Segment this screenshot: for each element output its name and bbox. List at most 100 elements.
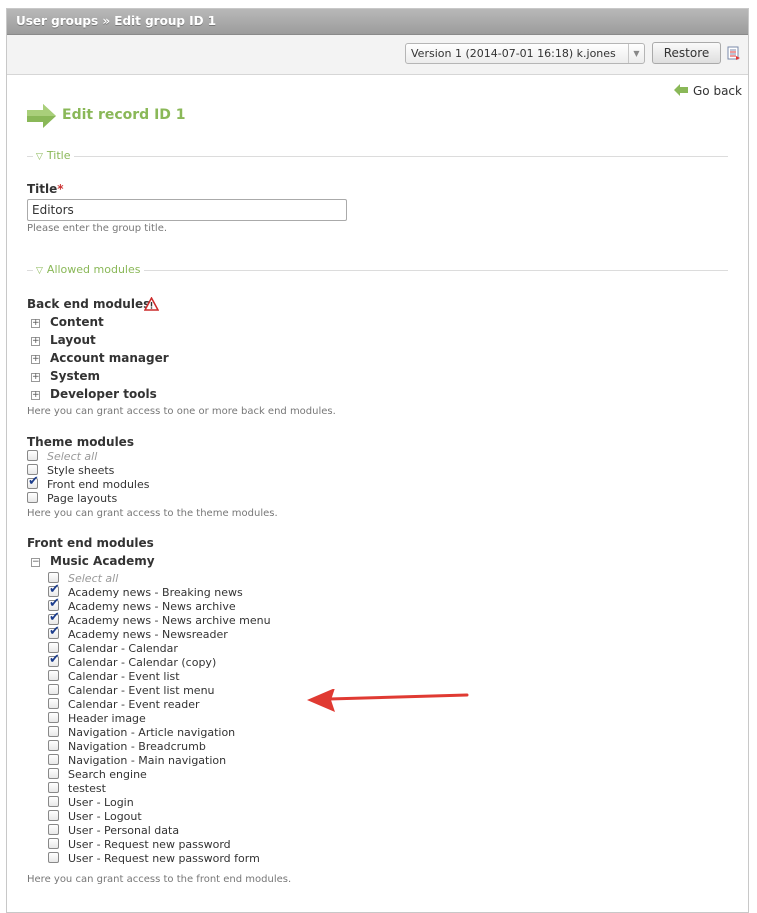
frontend-item[interactable]: testest	[48, 782, 106, 796]
triangle-down-icon: ▽	[36, 266, 43, 276]
expand-plus-icon[interactable]: +	[31, 337, 40, 346]
checkbox-label: Navigation - Article navigation	[68, 726, 236, 739]
backend-item-content[interactable]: + Content	[27, 315, 104, 331]
frontend-item[interactable]: Calendar - Calendar	[48, 642, 178, 656]
expand-plus-icon[interactable]: +	[31, 373, 40, 382]
frontend-item[interactable]: User - Personal data	[48, 824, 179, 838]
checkbox[interactable]	[48, 838, 59, 849]
title-label-text: Title	[27, 182, 58, 196]
checkbox[interactable]	[48, 824, 59, 835]
checkbox-label: Academy news - Breaking news	[68, 586, 243, 599]
backend-help: Here you can grant access to one or more…	[27, 406, 336, 417]
expand-plus-icon[interactable]: +	[31, 319, 40, 328]
frontend-item[interactable]: Calendar - Event reader	[48, 698, 200, 712]
frontend-item[interactable]: Navigation - Main navigation	[48, 754, 226, 768]
backend-item-account-manager[interactable]: + Account manager	[27, 351, 169, 367]
checkbox-label: Calendar - Event list menu	[68, 684, 215, 697]
restore-button[interactable]: Restore	[652, 42, 721, 64]
backend-item-label: Content	[50, 315, 104, 329]
checkbox[interactable]	[27, 450, 38, 461]
frontend-item[interactable]: Academy news - Newsreader	[48, 624, 228, 642]
checkbox[interactable]	[27, 474, 39, 489]
select-all-label: Select all	[47, 450, 98, 463]
checkbox[interactable]	[48, 852, 59, 863]
collapse-minus-icon[interactable]: −	[31, 558, 40, 567]
expand-plus-icon[interactable]: +	[31, 355, 40, 364]
checkbox-label: Page layouts	[47, 492, 118, 505]
frontend-item[interactable]: User - Logout	[48, 810, 142, 824]
triangle-down-icon: ▽	[36, 152, 43, 162]
theme-select-all[interactable]: Select all	[27, 450, 97, 464]
checkbox[interactable]	[48, 782, 59, 793]
checkbox[interactable]	[48, 810, 59, 821]
frontend-item[interactable]: User - Request new password	[48, 838, 231, 852]
backend-item-label: Layout	[50, 333, 96, 347]
backend-item-label: Developer tools	[50, 387, 157, 401]
main-panel: User groups » Edit group ID 1 Version 1 …	[6, 8, 749, 913]
checkbox-label: Calendar - Event reader	[68, 698, 200, 711]
divider	[27, 156, 728, 157]
checkbox-label: Front end modules	[47, 478, 150, 491]
frontend-item[interactable]: Calendar - Calendar (copy)	[48, 652, 217, 670]
go-back-link[interactable]: Go back	[674, 84, 742, 100]
checkbox-label: Academy news - Newsreader	[68, 628, 228, 641]
checkbox-label: User - Request new password	[68, 838, 231, 851]
checkbox-label: Calendar - Calendar	[68, 642, 178, 655]
theme-item-front-end-modules[interactable]: Front end modules	[27, 474, 150, 492]
theme-item-page-layouts[interactable]: Page layouts	[27, 492, 117, 506]
checkbox-label: User - Login	[68, 796, 134, 809]
checkbox[interactable]	[48, 754, 59, 765]
title-fieldset-legend[interactable]: ▽ Title	[27, 149, 728, 163]
frontend-item[interactable]: Navigation - Breadcrumb	[48, 740, 206, 754]
back-arrow-icon	[674, 84, 688, 96]
expand-plus-icon[interactable]: +	[31, 391, 40, 400]
checkbox[interactable]	[48, 624, 60, 639]
checkbox-label: Calendar - Calendar (copy)	[68, 656, 217, 669]
frontend-item[interactable]: Calendar - Event list menu	[48, 684, 215, 698]
checkbox[interactable]	[48, 726, 59, 737]
frontend-item[interactable]: User - Request new password form	[48, 852, 260, 866]
backend-item-system[interactable]: + System	[27, 369, 100, 385]
frontend-item[interactable]: Navigation - Article navigation	[48, 726, 235, 740]
page-header: User groups » Edit group ID 1	[7, 9, 748, 35]
checkbox-label: Navigation - Breadcrumb	[68, 740, 206, 753]
frontend-item[interactable]: Academy news - News archive	[48, 596, 236, 614]
frontend-group-music-academy[interactable]: − Music Academy	[27, 554, 155, 570]
frontend-item[interactable]: Calendar - Event list	[48, 670, 180, 684]
required-marker: *	[57, 182, 64, 196]
red-annotation-arrow-icon	[307, 689, 469, 712]
checkbox[interactable]	[48, 712, 59, 723]
checkbox[interactable]	[48, 652, 60, 667]
modules-fieldset-legend[interactable]: ▽ Allowed modules	[27, 263, 728, 277]
legend-modules-label: Allowed modules	[46, 263, 141, 276]
title-input[interactable]: Editors	[27, 199, 347, 221]
edit-arrow-icon	[27, 104, 56, 128]
frontend-item[interactable]: Academy news - Breaking news	[48, 582, 243, 600]
chevron-down-icon: ▼	[628, 44, 644, 63]
backend-item-label: System	[50, 369, 100, 383]
theme-item-style-sheets[interactable]: Style sheets	[27, 464, 114, 478]
frontend-item[interactable]: Header image	[48, 712, 146, 726]
checkbox-label: Search engine	[68, 768, 147, 781]
checkbox[interactable]	[48, 670, 59, 681]
select-all-label: Select all	[68, 572, 119, 585]
diff-icon[interactable]	[727, 46, 741, 61]
checkbox-label: Academy news - News archive menu	[68, 614, 271, 627]
version-select[interactable]: Version 1 (2014-07-01 16:18) k.jones ▼	[405, 43, 645, 64]
frontend-item[interactable]: Academy news - News archive menu	[48, 610, 271, 628]
frontend-item[interactable]: Search engine	[48, 768, 147, 782]
checkbox[interactable]	[48, 698, 59, 709]
checkbox[interactable]	[48, 684, 59, 695]
frontend-item[interactable]: User - Login	[48, 796, 134, 810]
frontend-group-label: Music Academy	[50, 554, 155, 568]
checkbox[interactable]	[48, 768, 59, 779]
checkbox[interactable]	[48, 796, 59, 807]
backend-item-layout[interactable]: + Layout	[27, 333, 96, 349]
backend-modules-label: Back end modules	[27, 297, 151, 311]
checkbox[interactable]	[48, 740, 59, 751]
backend-item-developer-tools[interactable]: + Developer tools	[27, 387, 157, 403]
theme-help: Here you can grant access to the theme m…	[27, 508, 278, 519]
title-label: Title*	[27, 182, 64, 196]
page-title: Edit record ID 1	[62, 107, 186, 123]
checkbox[interactable]	[27, 492, 38, 503]
